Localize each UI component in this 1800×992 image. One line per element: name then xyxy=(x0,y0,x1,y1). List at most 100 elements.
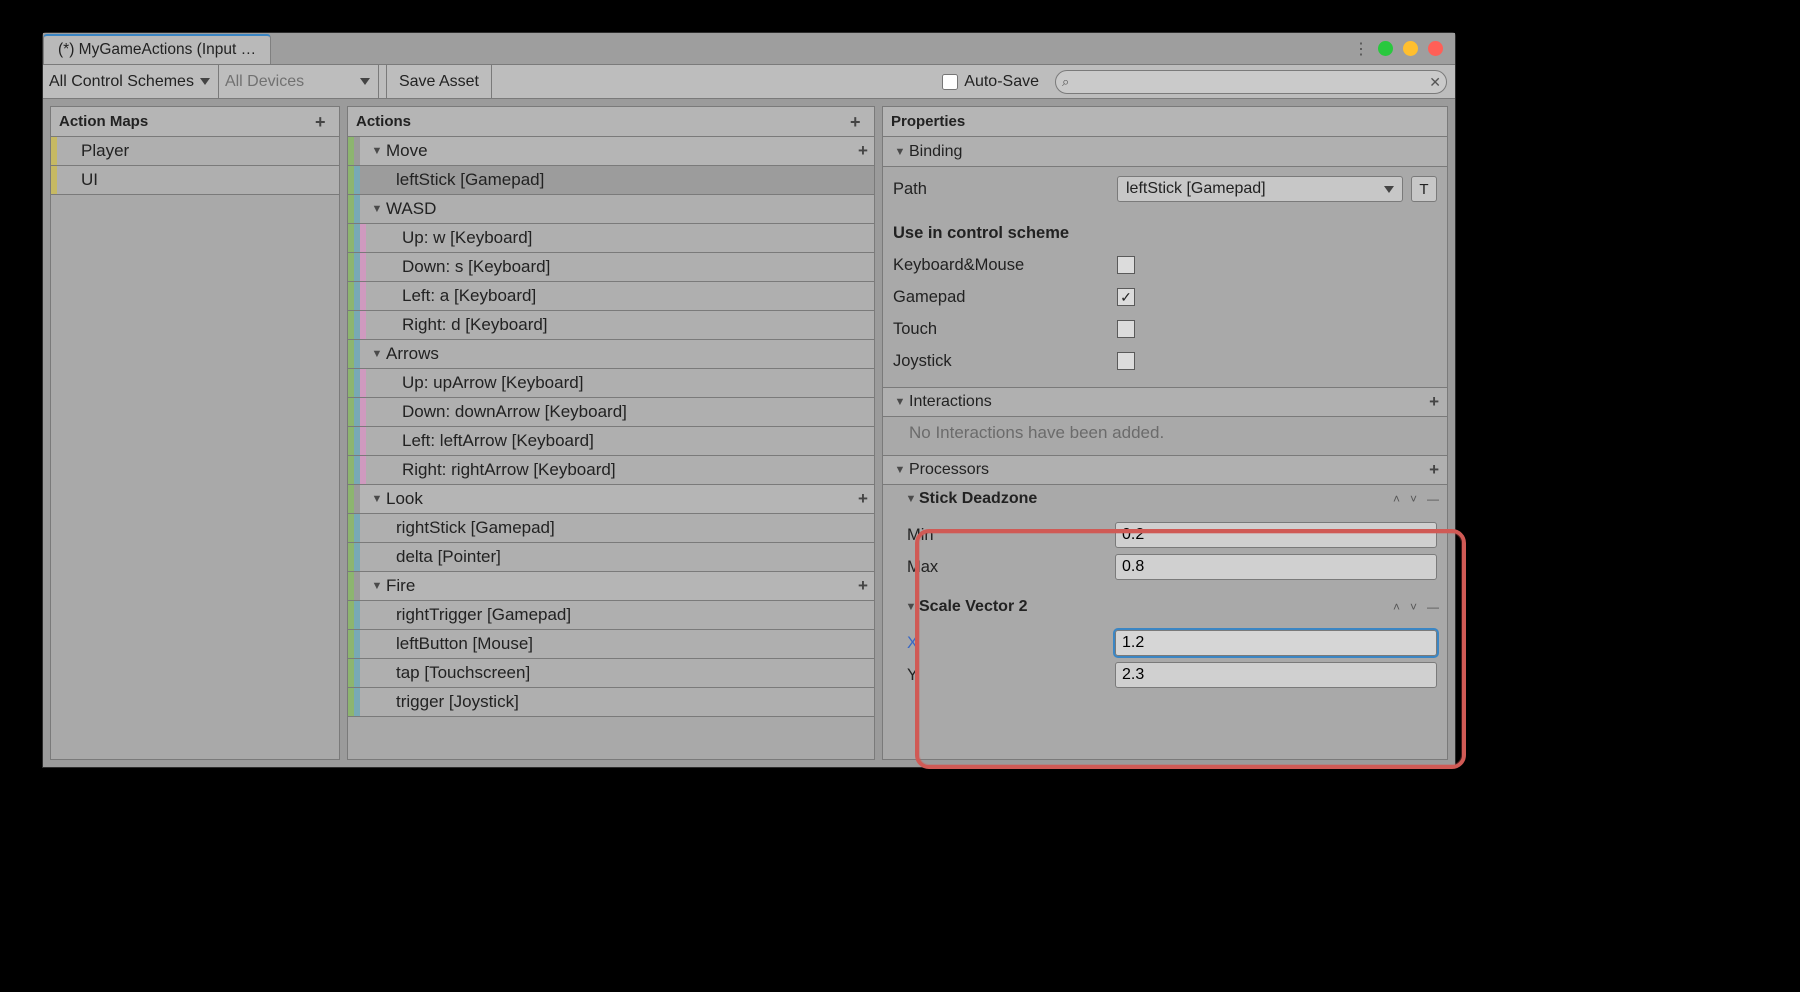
part-stripe xyxy=(360,253,366,281)
control-scheme-dropdown[interactable]: All Control Schemes xyxy=(43,65,219,98)
processor-body: XY xyxy=(883,621,1447,701)
action-map-label: Player xyxy=(57,141,129,161)
window-tab[interactable]: (*) MyGameActions (Input … xyxy=(43,34,271,64)
search-input[interactable]: ⌕ ✕ xyxy=(1055,70,1447,94)
path-listen-button[interactable]: T xyxy=(1411,176,1437,202)
binding-item[interactable]: leftButton [Mouse] xyxy=(348,630,874,659)
composite-part-item[interactable]: Left: leftArrow [Keyboard] xyxy=(348,427,874,456)
processor-name: Scale Vector 2 xyxy=(919,598,1028,616)
add-action-button[interactable] xyxy=(850,114,866,130)
action-label: Look xyxy=(384,489,852,509)
editor-body: Action Maps PlayerUI Actions ▼Move+leftS… xyxy=(43,99,1455,767)
processors-section-label: Processors xyxy=(909,461,989,479)
composite-part-item[interactable]: Right: rightArrow [Keyboard] xyxy=(348,456,874,485)
composite-part-item[interactable]: Left: a [Keyboard] xyxy=(348,282,874,311)
clear-search-icon[interactable]: ✕ xyxy=(1429,74,1441,91)
path-dropdown[interactable]: leftStick [Gamepad] xyxy=(1117,176,1403,202)
autosave-checkbox[interactable] xyxy=(942,74,958,90)
add-interaction-button[interactable]: + xyxy=(1429,392,1439,412)
processor-header[interactable]: ▼Scale Vector 2˄˅— xyxy=(883,593,1447,621)
properties-header: Properties xyxy=(883,107,1447,137)
action-maps-panel: Action Maps Player UI xyxy=(50,106,340,760)
add-binding-button[interactable]: + xyxy=(852,489,874,509)
remove-icon[interactable]: — xyxy=(1427,492,1439,506)
add-binding-button[interactable]: + xyxy=(852,141,874,161)
actions-panel: Actions ▼Move+leftStick [Gamepad]▼WASDUp… xyxy=(347,106,875,760)
action-map-item[interactable]: Player xyxy=(51,137,339,166)
path-value: leftStick [Gamepad] xyxy=(1126,180,1266,198)
control-scheme-value: All Control Schemes xyxy=(49,73,194,91)
binding-item[interactable]: tap [Touchscreen] xyxy=(348,659,874,688)
composite-part-item[interactable]: Up: upArrow [Keyboard] xyxy=(348,369,874,398)
field-label: Min xyxy=(907,526,1107,545)
binding-item[interactable]: trigger [Joystick] xyxy=(348,688,874,717)
action-maps-header-label: Action Maps xyxy=(59,113,148,130)
move-down-icon[interactable]: ˅ xyxy=(1410,492,1417,506)
field-input[interactable] xyxy=(1115,662,1437,688)
binding-stripe xyxy=(354,659,360,687)
part-label: Left: leftArrow [Keyboard] xyxy=(400,431,874,451)
scheme-checkbox[interactable] xyxy=(1117,288,1135,306)
interactions-empty: No Interactions have been added. xyxy=(883,417,1447,455)
composite-part-item[interactable]: Down: s [Keyboard] xyxy=(348,253,874,282)
interactions-section-header[interactable]: ▼ Interactions + xyxy=(883,387,1447,417)
autosave-toggle[interactable]: Auto-Save xyxy=(936,65,1055,98)
action-maps-list: Player UI xyxy=(51,137,339,759)
part-stripe xyxy=(360,456,366,484)
processor-field-row: Y xyxy=(907,659,1437,691)
foldout-icon: ▼ xyxy=(891,464,909,476)
save-asset-button[interactable]: Save Asset xyxy=(387,65,492,98)
remove-icon[interactable]: — xyxy=(1427,600,1439,614)
processor-header[interactable]: ▼Stick Deadzone˄˅— xyxy=(883,485,1447,513)
traffic-light-green[interactable] xyxy=(1378,41,1393,56)
part-label: Left: a [Keyboard] xyxy=(400,286,874,306)
action-item[interactable]: ▼Fire+ xyxy=(348,572,874,601)
action-item[interactable]: ▼Move+ xyxy=(348,137,874,166)
chevron-down-icon xyxy=(360,78,370,85)
binding-label: leftStick [Gamepad] xyxy=(394,170,874,190)
add-binding-button[interactable]: + xyxy=(852,576,874,596)
traffic-light-yellow[interactable] xyxy=(1403,41,1418,56)
overflow-menu-icon[interactable]: ⋮ xyxy=(1353,39,1368,59)
composite-part-item[interactable]: Right: d [Keyboard] xyxy=(348,311,874,340)
action-map-label: UI xyxy=(57,170,98,190)
move-up-icon[interactable]: ˄ xyxy=(1393,600,1400,614)
action-item[interactable]: ▼Look+ xyxy=(348,485,874,514)
binding-item[interactable]: rightTrigger [Gamepad] xyxy=(348,601,874,630)
move-down-icon[interactable]: ˅ xyxy=(1410,600,1417,614)
composite-item[interactable]: ▼Arrows xyxy=(348,340,874,369)
field-label: Max xyxy=(907,558,1107,577)
binding-item[interactable]: leftStick [Gamepad] xyxy=(348,166,874,195)
binding-item[interactable]: delta [Pointer] xyxy=(348,543,874,572)
scheme-checkbox[interactable] xyxy=(1117,352,1135,370)
composite-item[interactable]: ▼WASD xyxy=(348,195,874,224)
field-input[interactable] xyxy=(1115,522,1437,548)
field-input[interactable] xyxy=(1115,630,1437,656)
add-processor-button[interactable]: + xyxy=(1429,460,1439,480)
control-scheme-label: Use in control scheme xyxy=(893,224,1109,243)
composite-part-item[interactable]: Up: w [Keyboard] xyxy=(348,224,874,253)
window-title: (*) MyGameActions (Input … xyxy=(58,41,256,59)
scheme-checkbox[interactable] xyxy=(1117,256,1135,274)
field-input[interactable] xyxy=(1115,554,1437,580)
processors-section-header[interactable]: ▼ Processors + xyxy=(883,455,1447,485)
part-stripe xyxy=(360,282,366,310)
binding-stripe xyxy=(354,514,360,542)
action-map-item[interactable]: UI xyxy=(51,166,339,195)
foldout-icon: ▼ xyxy=(903,493,919,505)
device-dropdown[interactable]: All Devices xyxy=(219,65,379,98)
scheme-checkbox[interactable] xyxy=(1117,320,1135,338)
traffic-light-red[interactable] xyxy=(1428,41,1443,56)
control-scheme-section: Use in control scheme xyxy=(893,217,1437,249)
binding-stripe xyxy=(354,630,360,658)
add-action-map-button[interactable] xyxy=(315,114,331,130)
binding-section-header[interactable]: ▼ Binding xyxy=(883,137,1447,167)
device-value: All Devices xyxy=(225,73,304,91)
part-stripe xyxy=(360,311,366,339)
binding-item[interactable]: rightStick [Gamepad] xyxy=(348,514,874,543)
move-up-icon[interactable]: ˄ xyxy=(1393,492,1400,506)
save-asset-label: Save Asset xyxy=(399,73,479,91)
part-stripe xyxy=(360,427,366,455)
composite-part-item[interactable]: Down: downArrow [Keyboard] xyxy=(348,398,874,427)
binding-label: delta [Pointer] xyxy=(394,547,874,567)
